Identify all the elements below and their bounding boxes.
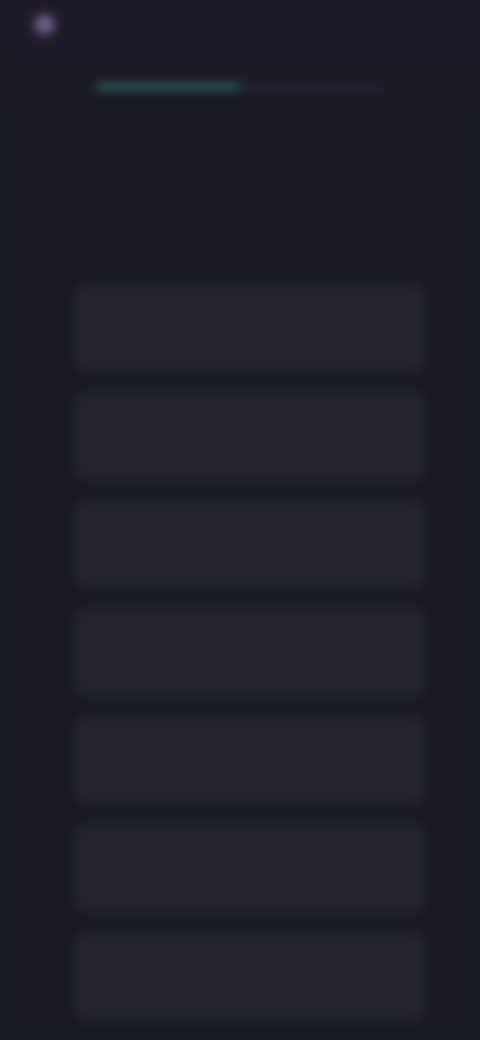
answer-options (74, 284, 426, 1040)
brand[interactable] (34, 14, 64, 36)
brand-logo-icon (34, 14, 56, 36)
answer-option[interactable] (74, 284, 426, 372)
answer-option[interactable] (74, 824, 426, 912)
answer-option[interactable] (74, 608, 426, 696)
progress-bar (96, 84, 384, 90)
progress-fill (96, 84, 240, 90)
quiz-page (0, 0, 480, 1040)
answer-option[interactable] (74, 500, 426, 588)
answer-option[interactable] (74, 716, 426, 804)
answer-option[interactable] (74, 932, 426, 1020)
top-bar (0, 0, 480, 56)
answer-option[interactable] (74, 392, 426, 480)
